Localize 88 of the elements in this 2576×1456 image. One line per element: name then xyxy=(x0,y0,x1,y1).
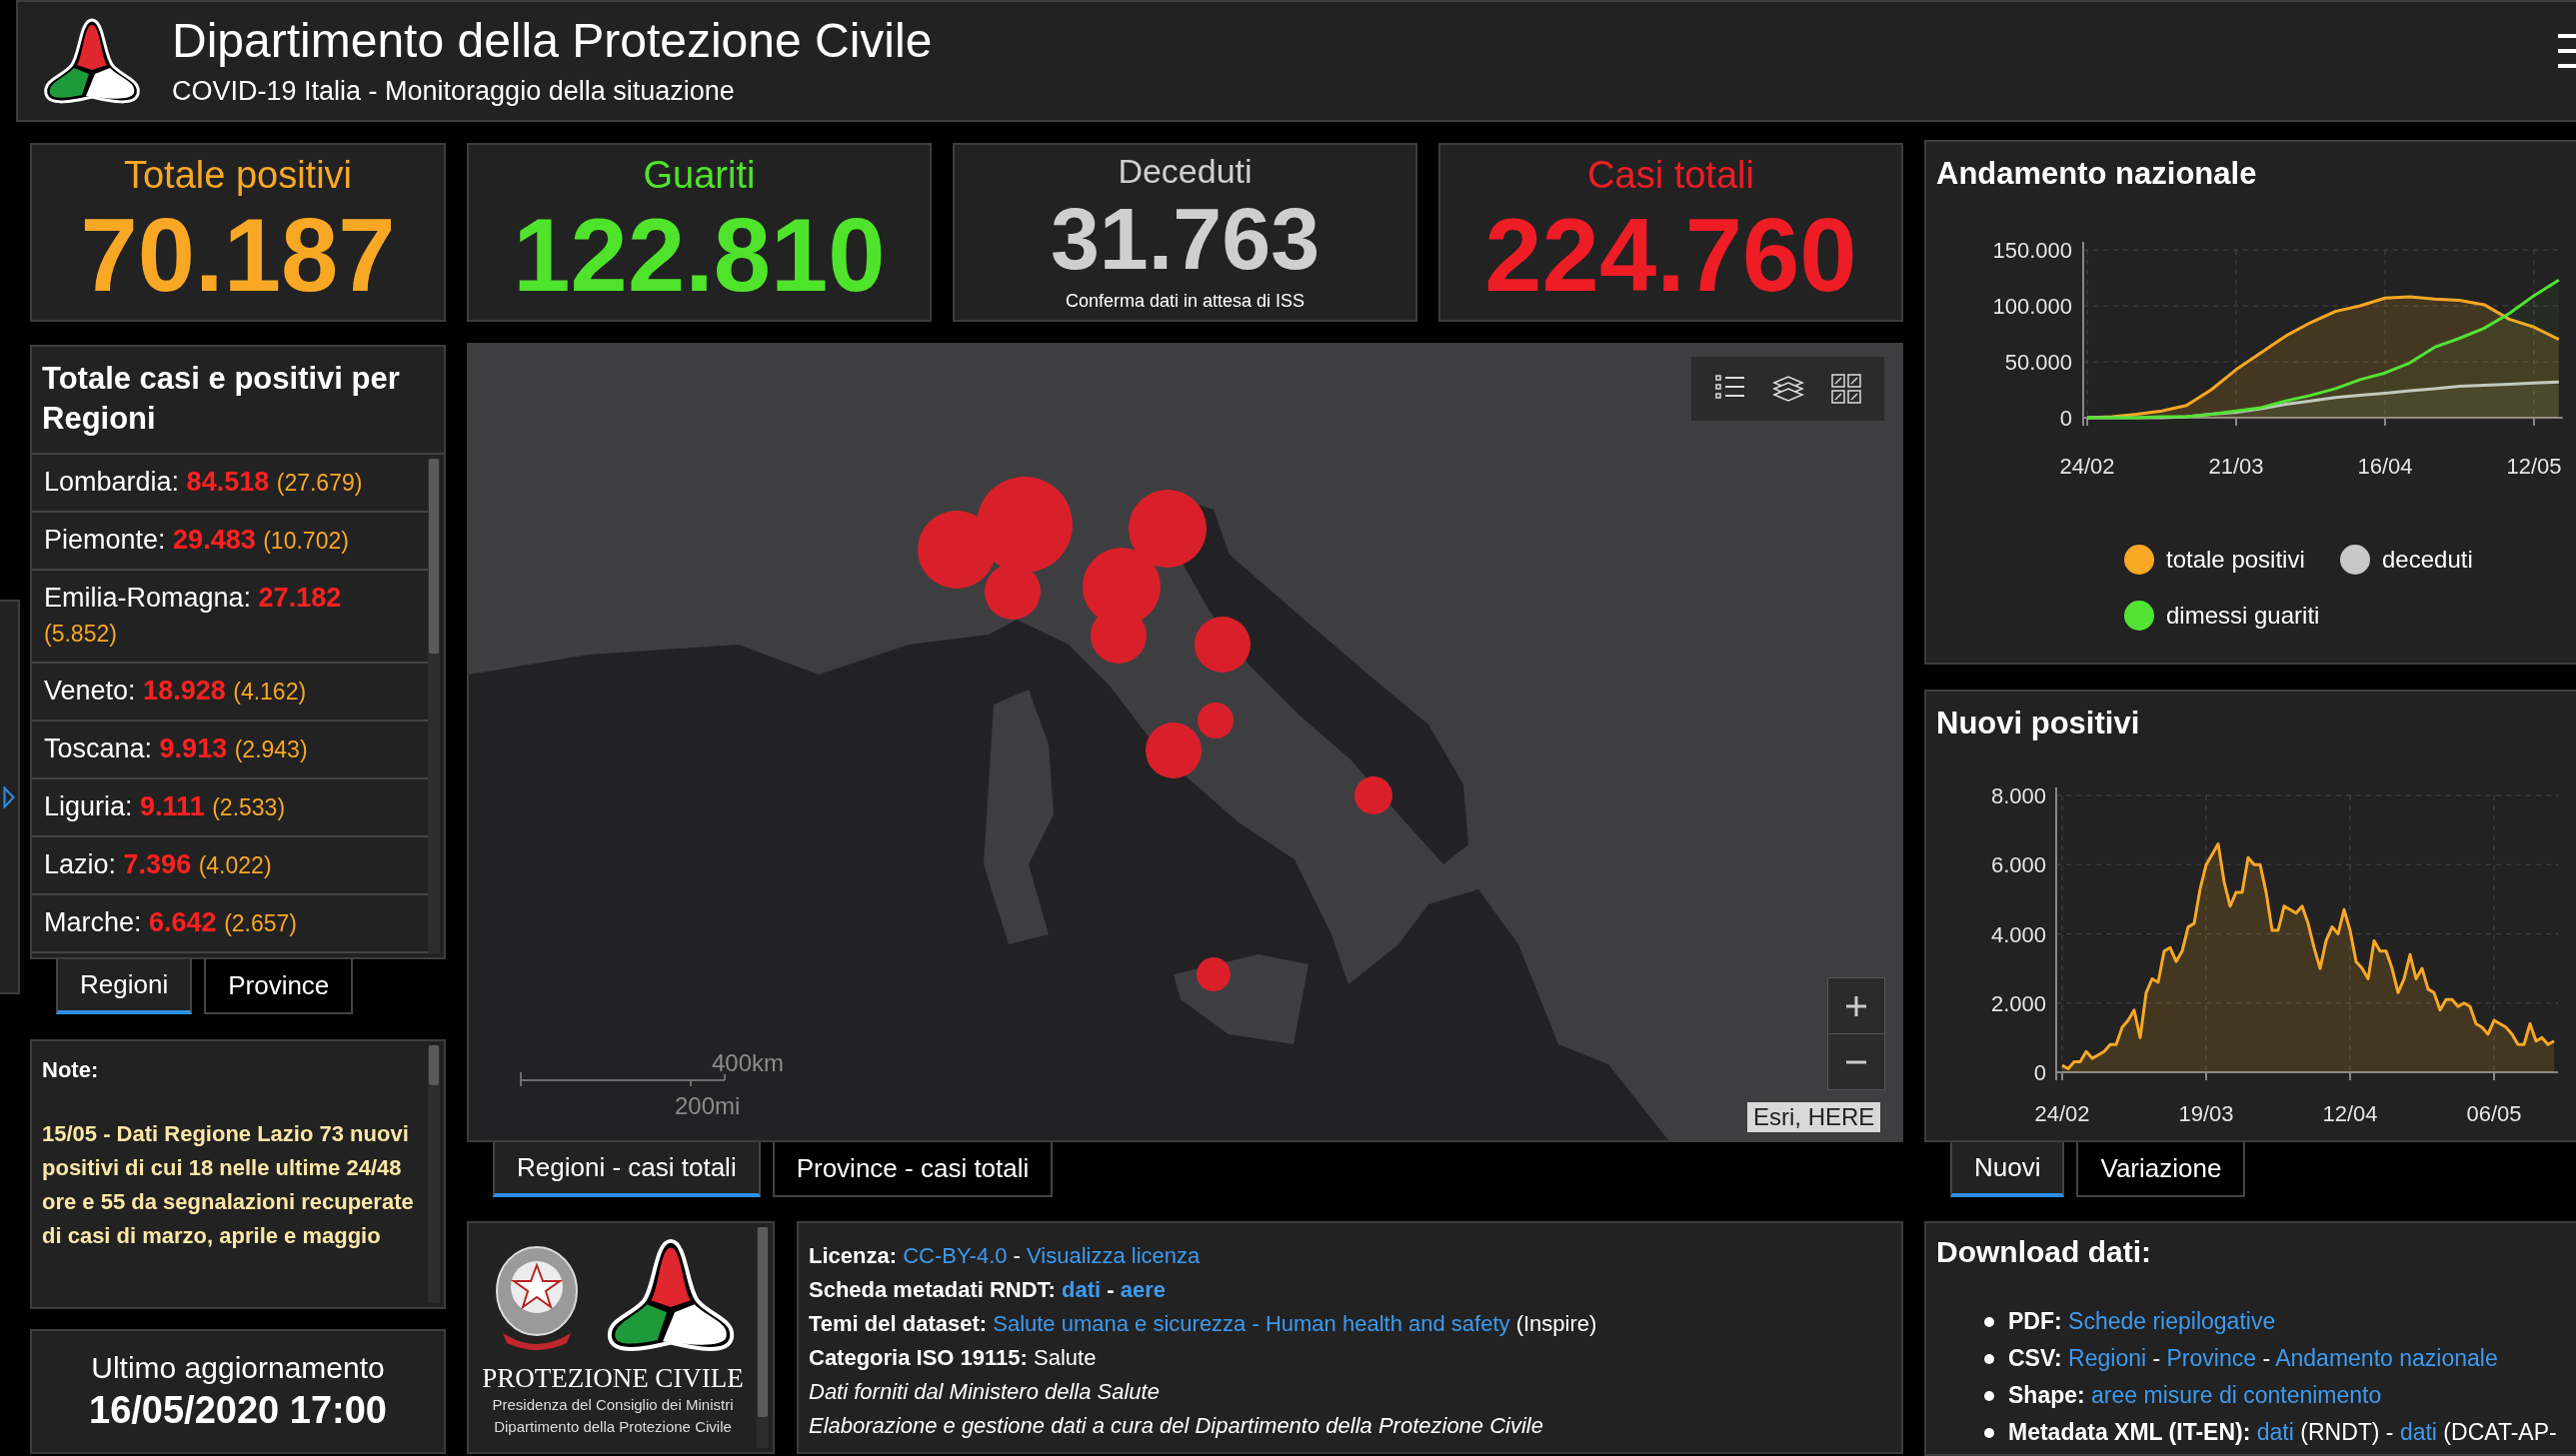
tick-label: 2.000 xyxy=(1990,990,2046,1016)
panel-title: Download dati: xyxy=(1936,1235,2152,1269)
link[interactable]: Visualizza licenza xyxy=(1027,1243,1201,1268)
stat-title: Guariti xyxy=(643,154,756,197)
drawer-toggle[interactable] xyxy=(0,600,20,994)
tab[interactable]: Variazione xyxy=(2076,1142,2246,1197)
tick-label: 8.000 xyxy=(1990,783,2046,808)
info-line: Elaborazione e gestione dati a cura del Dipartimento della Protezione Civile xyxy=(809,1412,1544,1440)
update-time: 16/05/2020 17:00 xyxy=(89,1389,387,1432)
bullet-icon xyxy=(1984,1427,1994,1438)
info-line: Temi del dataset: Salute umana e sicurezza - Human health and safety (Inspire) xyxy=(809,1310,1598,1338)
organization-line: Presidenza del Consiglio dei Ministri xyxy=(492,1395,734,1415)
triangle-icon xyxy=(3,785,15,808)
attribution-label: Esri, HERE xyxy=(1747,1102,1881,1132)
tick-label: 0 xyxy=(2059,406,2072,431)
link[interactable]: aree misure di contenimento xyxy=(2091,1382,2382,1408)
stat-title: Totale positivi xyxy=(123,154,353,197)
tab[interactable]: Province xyxy=(204,959,354,1014)
link[interactable]: aere xyxy=(1120,1277,1167,1302)
plus-icon xyxy=(1844,993,1868,1018)
tick-label: 16/04 xyxy=(2357,454,2413,479)
info-line: Dati forniti dal Ministero della Salute xyxy=(809,1378,1161,1406)
tick-label: 21/03 xyxy=(2208,454,2264,479)
tick-label: 4.000 xyxy=(1990,921,2046,947)
scale-label: 200mi xyxy=(675,1092,741,1120)
bullet-icon xyxy=(1984,1390,1994,1401)
stat-title: Casi totali xyxy=(1587,154,1754,197)
tick-label: 24/02 xyxy=(2034,1101,2090,1126)
grid-icon[interactable] xyxy=(1830,374,1861,404)
link[interactable]: Andamento nazionale xyxy=(2275,1345,2498,1371)
tick-label: 0 xyxy=(2033,1060,2046,1085)
scrollbar[interactable] xyxy=(757,1227,769,1448)
note-heading: Note: xyxy=(42,1057,100,1083)
legend-label: dimessi guariti xyxy=(2166,602,2320,630)
link[interactable]: Regioni xyxy=(2068,1345,2147,1371)
tab[interactable]: Regioni xyxy=(56,959,193,1014)
tick-label: 100.000 xyxy=(1992,294,2072,319)
scrollbar[interactable] xyxy=(428,1045,440,1303)
link[interactable]: dati xyxy=(2256,1419,2294,1445)
info-line: Licenza: CC-BY-4.0 - Visualizza licenza xyxy=(809,1242,1202,1270)
link[interactable]: CC-BY-4.0 xyxy=(903,1243,1008,1268)
tab[interactable]: Province - casi totali xyxy=(772,1142,1054,1197)
stat-note: Conferma dati in attesa di ISS xyxy=(1065,290,1305,312)
info-line: Categoria ISO 19115: Salute xyxy=(809,1344,1098,1372)
tick-label: 12/04 xyxy=(2322,1101,2378,1126)
page-subtitle: COVID-19 Italia - Monitoraggio della situazione xyxy=(172,75,736,107)
legend-label: totale positivi xyxy=(2166,546,2305,574)
tick-label: 150.000 xyxy=(1992,238,2072,263)
scale-label: 400km xyxy=(712,1049,785,1077)
tick-label: 19/03 xyxy=(2178,1101,2234,1126)
minus-icon xyxy=(1844,1059,1868,1064)
link[interactable]: Schede riepilogative xyxy=(2068,1308,2276,1334)
link[interactable]: Salute umana e sicurezza - Human health and safety xyxy=(993,1311,1510,1336)
download-item: Metadata XML (IT-EN): dati (RNDT) - dati (DCAT-AP- xyxy=(2008,1418,2557,1447)
panel-title: Andamento nazionale xyxy=(1935,155,2258,193)
tab[interactable]: Nuovi xyxy=(1950,1142,2065,1197)
tick-label: 12/05 xyxy=(2506,454,2562,479)
tab[interactable]: Regioni - casi totali xyxy=(493,1142,761,1197)
menu-icon[interactable] xyxy=(2558,34,2576,68)
note-text: 15/05 - Dati Regione Lazio 73 nuovi positivi di cui 18 nelle ultime 24/48 ore e 55 da segnalazioni recuperate di casi di marzo, aprile e maggio xyxy=(42,1120,415,1250)
tick-label: 6.000 xyxy=(1990,852,2046,878)
download-item: PDF: Schede riepilogative xyxy=(2008,1307,2276,1336)
logo-icon xyxy=(42,16,142,106)
panel-title: Totale casi e positivi per Regioni xyxy=(41,360,401,438)
tick-label: 24/02 xyxy=(2059,454,2115,479)
link[interactable]: dati xyxy=(2399,1419,2437,1445)
legend-label: deceduti xyxy=(2382,546,2473,574)
link[interactable]: Province xyxy=(2166,1345,2256,1371)
organization-line: Dipartimento della Protezione Civile xyxy=(494,1417,732,1437)
tick-label: 06/05 xyxy=(2466,1101,2522,1126)
stat-value: 31.763 xyxy=(1050,192,1320,285)
stat-value: 70.187 xyxy=(80,202,396,311)
panel-title: Nuovi positivi xyxy=(1935,705,2141,742)
download-item: CSV: Regioni - Province - Andamento nazionale xyxy=(2008,1344,2498,1373)
bullet-icon xyxy=(1984,1353,1994,1364)
stat-value: 122.810 xyxy=(513,202,886,311)
scrollbar[interactable] xyxy=(428,459,440,953)
download-item: Shape: aree misure di contenimento xyxy=(2008,1381,2382,1410)
tick-label: 50.000 xyxy=(2004,350,2072,375)
page-title: Dipartimento della Protezione Civile xyxy=(172,15,933,68)
update-label: Ultimo aggiornamento xyxy=(91,1351,385,1385)
link[interactable]: dati xyxy=(1062,1277,1102,1302)
info-line: Scheda metadati RNDT: dati - aere xyxy=(809,1276,1168,1304)
stat-value: 224.760 xyxy=(1484,202,1857,311)
stat-title: Deceduti xyxy=(1118,153,1253,191)
layers-icon[interactable] xyxy=(1771,374,1804,404)
organization-name: PROTEZIONE CIVILE xyxy=(482,1363,744,1394)
bullet-icon xyxy=(1984,1316,1994,1327)
